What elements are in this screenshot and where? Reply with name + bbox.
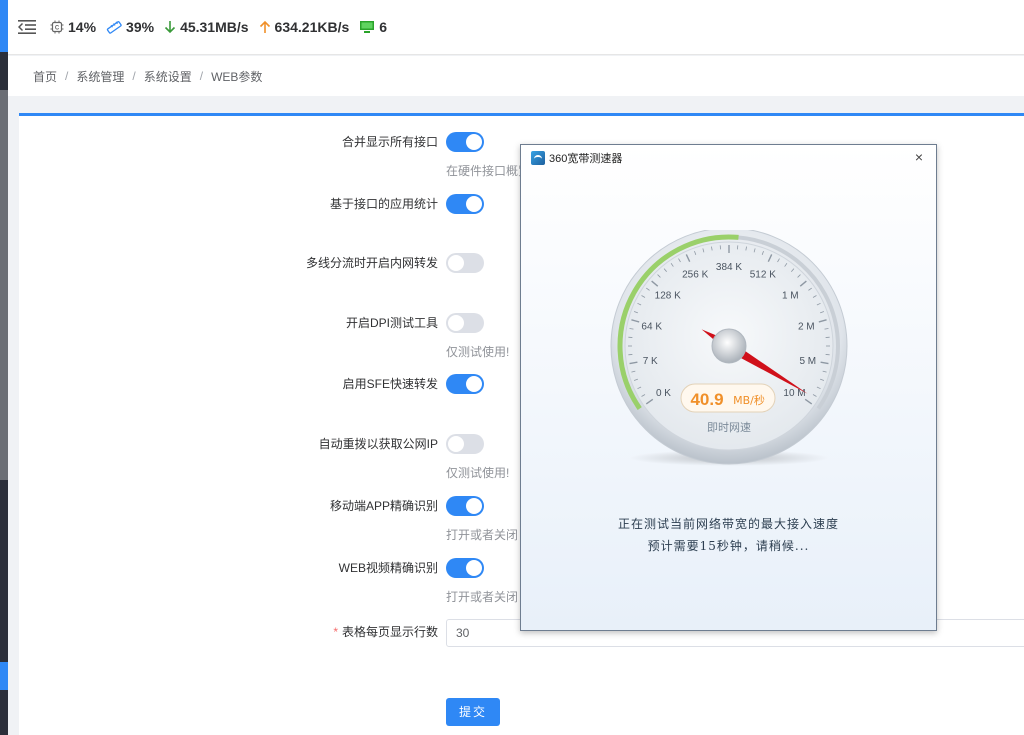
arrow-up-icon — [259, 20, 270, 33]
arrow-down-icon — [164, 21, 176, 34]
toggle-dpi-tool[interactable] — [446, 313, 484, 333]
gauge-tick-label: 384 K — [716, 262, 742, 273]
upload-value: 634.21KB/s — [274, 19, 350, 35]
download-stat: 45.31MB/s — [164, 19, 249, 35]
gauge-svg: 0 K 7 K 64 K 128 K256 K 384 K 512 K 1 M 2 M 5 M 1… — [610, 227, 848, 466]
memory-icon — [106, 21, 122, 34]
gauge-tick-label: 512 K — [750, 269, 776, 280]
submit-button[interactable]: 提交 — [446, 698, 500, 726]
breadcrumb-web-params: WEB参数 — [211, 69, 263, 84]
download-value: 45.31MB/s — [180, 19, 249, 35]
toggle-merge-interfaces[interactable] — [446, 132, 484, 152]
svg-text:C: C — [55, 26, 60, 32]
sidebar-active-item[interactable] — [0, 662, 8, 690]
field-label: 多线分流时开启内网转发 — [305, 256, 438, 270]
online-stat: 6 — [359, 19, 387, 35]
speed-value: 40.9 — [690, 390, 723, 409]
toggle-app-stats[interactable] — [446, 194, 484, 214]
breadcrumb-system-management[interactable]: 系统管理 — [76, 68, 124, 85]
cpu-stat: C 14% — [50, 19, 96, 35]
field-hint: 仅测试使用! — [446, 345, 510, 359]
toggle-auto-redial[interactable] — [446, 434, 484, 454]
field-label: 启用SFE快速转发 — [342, 377, 438, 391]
monitor-icon — [360, 21, 375, 33]
gauge-tick-label: 1 M — [782, 291, 799, 302]
field-label: 移动端APP精确识别 — [329, 499, 438, 513]
gauge-tick-label: 5 M — [799, 356, 816, 367]
sidebar-edge — [0, 0, 8, 735]
speed-unit: MB/秒 — [733, 393, 765, 407]
dialog-message-line1: 正在测试当前网络带宽的最大接入速度 — [617, 517, 839, 531]
toggle-sfe-forward[interactable] — [446, 374, 484, 394]
toggle-mobile-app[interactable] — [446, 496, 484, 516]
dialog-message-line2: 预计需要15秒钟，请稍候... — [647, 539, 810, 553]
rows-per-page-label: 表格每页显示行数 — [341, 625, 438, 639]
gauge-hub — [711, 328, 747, 364]
field-label: 基于接口的应用统计 — [329, 197, 438, 211]
toggle-lan-forward[interactable] — [446, 253, 484, 273]
close-icon[interactable]: × — [912, 150, 926, 164]
field-label: 自动重拨以获取公网IP — [318, 437, 438, 451]
breadcrumb-separator: / — [132, 69, 136, 83]
gauge-tick-label: 128 K — [655, 291, 681, 302]
field-label: * 表格每页显示行数 — [198, 622, 438, 642]
breadcrumb-separator: / — [65, 69, 69, 83]
breadcrumb-home[interactable]: 首页 — [33, 68, 57, 85]
field-label: 开启DPI测试工具 — [345, 316, 438, 330]
field-label: WEB视频精确识别 — [338, 561, 438, 575]
field-hint: 在硬件接口概览 — [446, 164, 531, 178]
field-label: 合并显示所有接口 — [341, 135, 438, 149]
sidebar-active-top — [0, 0, 8, 52]
field-hint: 打开或者关闭 — [446, 528, 519, 542]
online-count: 6 — [379, 19, 388, 35]
cpu-value: 14% — [68, 19, 97, 35]
gauge-tick-label: 2 M — [798, 321, 815, 332]
breadcrumb-separator: / — [199, 69, 204, 83]
memory-stat: 39% — [106, 19, 154, 35]
breadcrumb-system-settings[interactable]: 系统设置 — [144, 68, 192, 85]
dialog-titlebar: 360宽带测速器 — [521, 145, 936, 171]
required-mark: * — [333, 625, 338, 639]
dialog-title: 360宽带测速器 — [549, 153, 623, 165]
menu-fold-icon[interactable] — [18, 20, 36, 34]
gauge-tick-label: 7 K — [643, 356, 658, 367]
speed-test-dialog: 360宽带测速器 × 0 K 7 K 64 K 128 K 256 K 384 … — [520, 144, 937, 631]
gauge-tick-label: 0 K — [656, 388, 671, 399]
field-hint: 仅测试使用! — [446, 466, 510, 480]
cpu-icon: C — [50, 20, 64, 34]
field-hint: 打开或者关闭 — [446, 590, 519, 604]
speedtest-logo-icon — [531, 151, 545, 165]
top-bar: C 14% 39% 45.31MB/s 634.21KB/s 6 — [8, 0, 1024, 55]
toggle-web-video[interactable] — [446, 558, 484, 578]
sidebar-scrollbar[interactable] — [0, 90, 8, 480]
gauge-tick-label: 10 M — [783, 388, 805, 399]
breadcrumb: 首页 / 系统管理 / 系统设置 / WEB参数 — [8, 56, 1024, 96]
speed-caption: 即时网速 — [707, 421, 751, 434]
memory-value: 39% — [126, 19, 155, 35]
gauge-tick-label: 64 K — [641, 321, 662, 332]
upload-stat: 634.21KB/s — [259, 19, 350, 35]
speed-gauge: 0 K 7 K 64 K 128 K 256 K 384 K 512 K 1 M 2 M 5 M 1… — [609, 227, 849, 470]
gauge-tick-label: 256 K — [682, 269, 708, 280]
